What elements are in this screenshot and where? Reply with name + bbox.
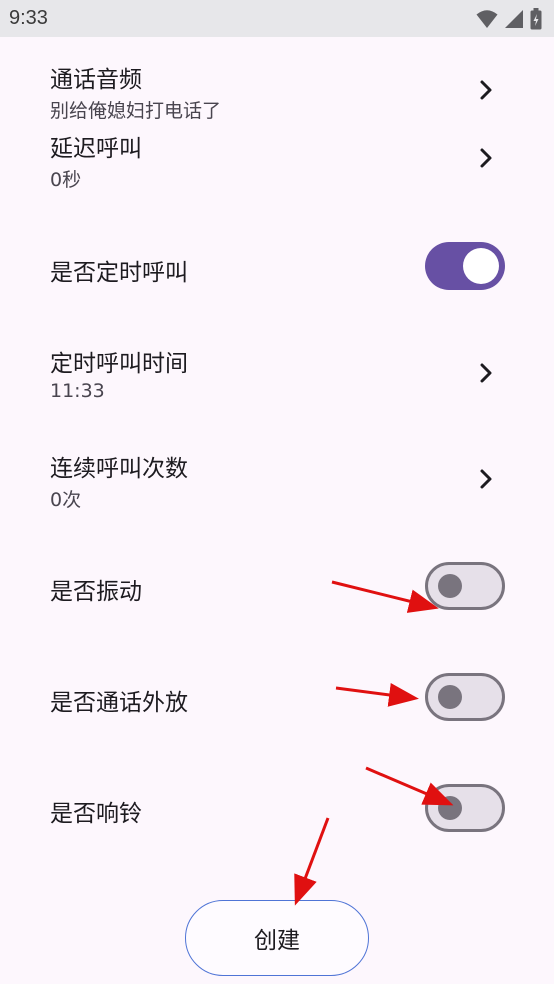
setting-row-speaker: 是否通话外放 <box>0 663 554 763</box>
setting-title-speaker: 是否通话外放 <box>50 690 188 716</box>
setting-title-ring: 是否响铃 <box>50 801 142 827</box>
toggle-thumb <box>438 685 462 709</box>
toggle-thumb <box>438 574 462 598</box>
setting-row-scheduled-time[interactable]: 定时呼叫时间 11:33 <box>0 337 554 437</box>
setting-subtitle-scheduled-time: 11:33 <box>50 380 105 402</box>
create-button[interactable]: 创建 <box>185 900 369 976</box>
setting-row-delay[interactable]: 延迟呼叫 0秒 <box>0 121 554 229</box>
setting-title-repeat-count: 连续呼叫次数 <box>50 456 188 482</box>
chevron-right-icon <box>480 148 492 168</box>
wifi-icon <box>476 10 498 28</box>
setting-subtitle-delay: 0秒 <box>50 169 82 191</box>
setting-title-scheduled: 是否定时呼叫 <box>50 260 188 286</box>
toggle-thumb <box>463 248 499 284</box>
chevron-right-icon <box>480 363 492 383</box>
setting-title-vibrate: 是否振动 <box>50 579 142 605</box>
battery-icon <box>530 8 542 30</box>
speaker-toggle[interactable] <box>425 673 505 721</box>
chevron-right-icon <box>480 469 492 489</box>
status-bar: 9:33 <box>0 0 554 37</box>
setting-title-scheduled-time: 定时呼叫时间 <box>50 351 188 377</box>
status-icons <box>476 8 542 30</box>
setting-subtitle-repeat-count: 0次 <box>50 489 82 511</box>
setting-row-ring: 是否响铃 <box>0 774 554 874</box>
setting-title-audio: 通话音频 <box>50 67 142 93</box>
toggle-thumb <box>438 796 462 820</box>
settings-list: 通话音频 别给俺媳妇打电话了 延迟呼叫 0秒 是否定时呼叫 定时呼叫时间 11:… <box>0 37 554 984</box>
chevron-right-icon <box>480 80 492 100</box>
ring-toggle[interactable] <box>425 784 505 832</box>
setting-subtitle-audio: 别给俺媳妇打电话了 <box>50 100 222 122</box>
signal-icon <box>505 10 523 28</box>
setting-row-vibrate: 是否振动 <box>0 552 554 652</box>
setting-row-repeat-count[interactable]: 连续呼叫次数 0次 <box>0 442 554 542</box>
setting-row-scheduled: 是否定时呼叫 <box>0 229 554 317</box>
status-time: 9:33 <box>9 7 48 29</box>
setting-title-delay: 延迟呼叫 <box>50 136 142 162</box>
scheduled-toggle[interactable] <box>425 242 505 290</box>
vibrate-toggle[interactable] <box>425 562 505 610</box>
